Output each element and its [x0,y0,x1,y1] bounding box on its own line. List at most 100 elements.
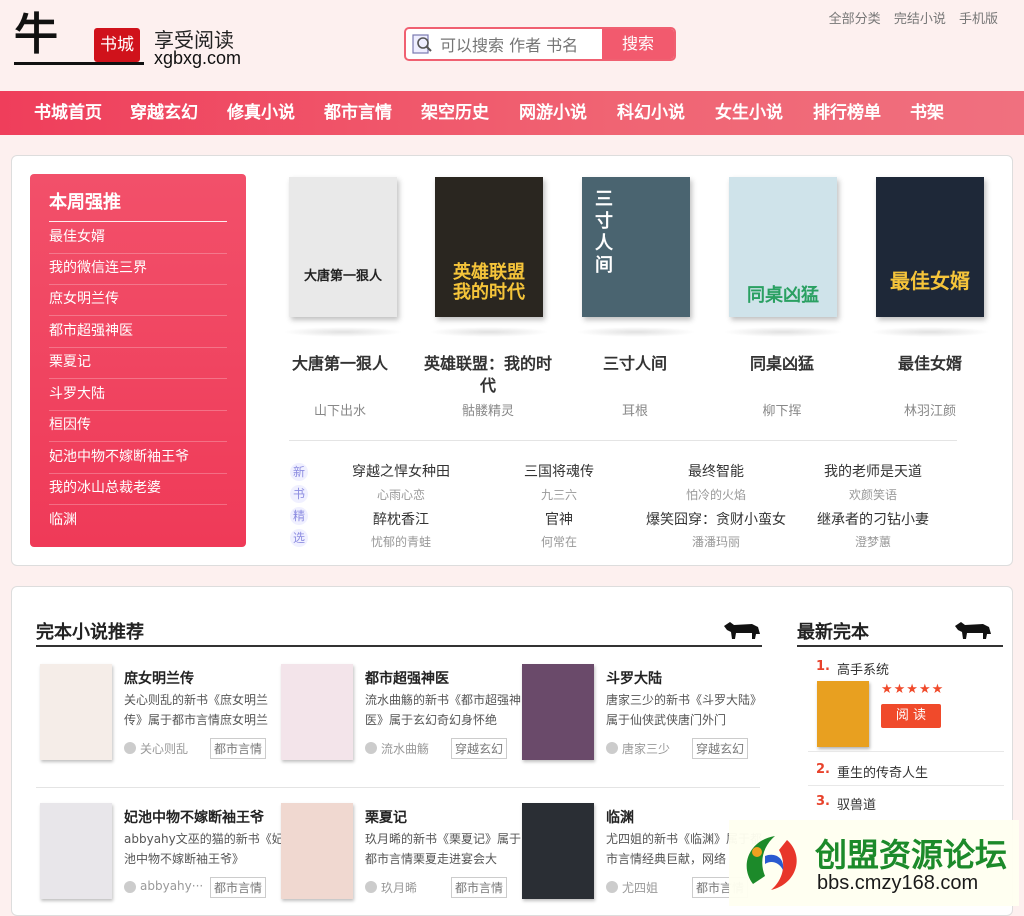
card-desc: 玖月晞的新书《栗夏记》属于都市言情栗夏走进宴会大 [365,832,522,866]
author-avatar-icon [124,742,136,754]
card-cover[interactable] [40,664,112,760]
link-completed[interactable]: 完结小说 [894,12,946,27]
nav-scifi[interactable]: 科幻小说 [617,91,685,135]
card-tag[interactable]: 都市言情 [210,738,267,759]
cover-shadow [429,327,549,337]
pick-title[interactable]: 继承者的刁钻小妻 [788,509,958,529]
card-cover[interactable] [281,803,353,899]
latest-title[interactable]: 驭兽道 [837,794,876,813]
pick-title[interactable]: 醉枕香江 [316,509,486,529]
featured-cover[interactable]: 最佳女婿 [876,177,984,317]
complete-card[interactable]: 临渊 尤四姐的新书《临渊》属于都市言情经典巨献，网络 尤四姐 都市言情 [522,803,762,915]
search-input[interactable] [438,29,608,59]
weekly-item[interactable]: 临渊 [49,505,227,536]
logo-char: 牛 [14,9,58,60]
pick-title[interactable]: 最终智能 [631,461,801,481]
card-title[interactable]: 斗罗大陆 [606,668,662,688]
card-tag[interactable]: 都市言情 [210,877,267,898]
pick-author: 何常在 [540,535,577,549]
weekly-item[interactable]: 妃池中物不嫁断袖王爷 [49,442,227,474]
nav-game[interactable]: 网游小说 [519,91,587,135]
main-nav: 书城首页 穿越玄幻 修真小说 都市言情 架空历史 网游小说 科幻小说 女生小说 … [0,91,1024,135]
card-desc: abbyahy文巫的猫的新书《妃池中物不嫁断袖王爷》 [124,832,284,866]
nav-history[interactable]: 架空历史 [421,91,489,135]
pick-title[interactable]: 我的老师是天道 [788,461,958,481]
nav-bookshelf[interactable]: 书架 [910,91,944,135]
complete-card[interactable]: 妃池中物不嫁断袖王爷 abbyahy文巫的猫的新书《妃池中物不嫁断袖王爷》 ab… [40,803,284,915]
list-divider [808,785,1004,786]
link-mobile[interactable]: 手机版 [959,12,998,27]
nav-urban[interactable]: 都市言情 [324,91,392,135]
complete-card[interactable]: 都市超强神医 流水曲觞的新书《都市超强神医》属于玄幻奇幻身怀绝 流水曲觞 穿越玄… [281,664,521,776]
pick-author: 怕冷的火焰 [685,488,746,502]
card-title[interactable]: 都市超强神医 [365,668,449,688]
link-all-categories[interactable]: 全部分类 [829,12,881,27]
nav-female[interactable]: 女生小说 [715,91,783,135]
search-book-icon [412,34,432,54]
cover-title-text: 同桌凶猛 [747,285,819,306]
search-button[interactable]: 搜索 [602,29,674,59]
featured-title[interactable]: 英雄联盟：我的时代 [423,353,553,397]
pick-title[interactable]: 爆笑囧穿：贪财小蛮女 [631,509,801,529]
card-cover[interactable] [281,664,353,760]
pick-title[interactable]: 三国将魂传 [474,461,644,481]
featured-divider [289,440,957,441]
weekly-item[interactable]: 庶女明兰传 [49,284,227,316]
cover-shadow [723,327,843,337]
nav-ranking[interactable]: 排行榜单 [813,91,881,135]
featured-cover[interactable]: 大唐第一狠人 [289,177,397,317]
site-logo[interactable]: 牛 书城 享受阅读 xgbxg.com [14,10,244,70]
card-cover[interactable] [40,803,112,899]
author-avatar-icon [365,742,377,754]
featured-author: 骷髅精灵 [461,404,514,419]
nav-fantasy[interactable]: 穿越玄幻 [130,91,198,135]
new-picks-label: 选 [290,529,308,547]
latest-title[interactable]: 高手系统 [837,659,889,678]
pick-author: 忧郁的青蛙 [370,535,431,549]
weekly-item[interactable]: 我的微信连三界 [49,253,227,285]
complete-card[interactable]: 庶女明兰传 关心则乱的新书《庶女明兰传》属于都市言情庶女明兰 关心则乱 都市言情 [40,664,280,776]
card-title[interactable]: 栗夏记 [365,807,407,827]
read-button[interactable]: 阅 读 [881,704,941,728]
weekly-item[interactable]: 都市超强神医 [49,316,227,348]
card-tag[interactable]: 穿越玄幻 [451,738,508,759]
weekly-item[interactable]: 栗夏记 [49,347,227,379]
card-tag[interactable]: 都市言情 [451,877,508,898]
latest-title[interactable]: 重生的传奇人生 [837,762,928,781]
new-picks-label: 新 [290,463,308,481]
weekly-item[interactable]: 最佳女婿 [49,222,227,254]
weekly-item[interactable]: 桓因传 [49,410,227,442]
cover-title-text: 英雄联盟 我的时代 [453,262,525,303]
weekly-item[interactable]: 我的冰山总裁老婆 [49,473,227,505]
watermark-banner: 创盟资源论坛 bbs.cmzy168.com [729,820,1019,906]
latest-section-title: 最新完本 [797,622,869,643]
author-avatar-icon [124,881,136,893]
cover-shadow [870,327,990,337]
nav-xianxia[interactable]: 修真小说 [227,91,295,135]
featured-title[interactable]: 三寸人间 [570,353,700,375]
latest-cover[interactable] [817,681,869,747]
featured-cover[interactable]: 英雄联盟 我的时代 [435,177,543,317]
watermark-domain: bbs.cmzy168.com [817,872,979,894]
card-title[interactable]: 庶女明兰传 [124,668,194,688]
featured-cover[interactable]: 同桌凶猛 [729,177,837,317]
cover-title-text: 大唐第一狠人 [303,269,382,284]
featured-title[interactable]: 大唐第一狠人 [275,353,405,375]
weekly-item[interactable]: 斗罗大陆 [49,379,227,411]
featured-cover[interactable]: 三寸人间 [582,177,690,317]
featured-title[interactable]: 最佳女婿 [865,353,995,375]
nav-home[interactable]: 书城首页 [34,91,102,135]
pick-author: 心雨心恋 [376,488,425,502]
card-cover[interactable] [522,803,594,899]
complete-card[interactable]: 栗夏记 玖月晞的新书《栗夏记》属于都市言情栗夏走进宴会大 玖月晞 都市言情 [281,803,521,915]
card-title[interactable]: 妃池中物不嫁断袖王爷 [124,807,264,827]
author-avatar-icon [606,742,618,754]
card-tag[interactable]: 穿越玄幻 [692,738,749,759]
pick-title[interactable]: 官神 [474,509,644,529]
pick-title[interactable]: 穿越之悍女种田 [316,461,486,481]
card-title[interactable]: 临渊 [606,807,634,827]
latest-rank: 1. [816,659,830,674]
card-cover[interactable] [522,664,594,760]
featured-title[interactable]: 同桌凶猛 [717,353,847,375]
complete-card[interactable]: 斗罗大陆 唐家三少的新书《斗罗大陆》属于仙侠武侠唐门外门 唐家三少 穿越玄幻 [522,664,762,776]
